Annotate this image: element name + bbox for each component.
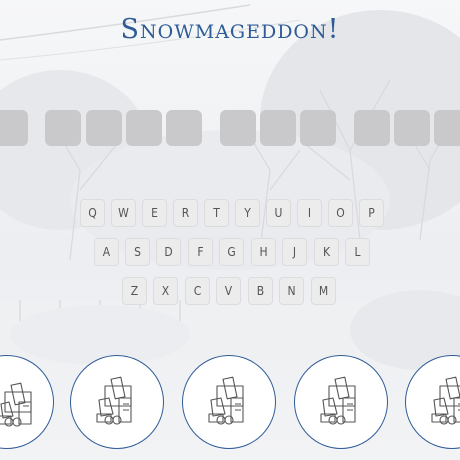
letter-slot: [394, 110, 430, 146]
letter-slot: [434, 110, 460, 146]
key-x[interactable]: X: [153, 277, 178, 305]
game-title: Snowmageddon!: [120, 14, 340, 45]
key-f[interactable]: F: [188, 238, 213, 266]
life-token: [294, 355, 388, 449]
life-token: [70, 355, 164, 449]
key-i[interactable]: I: [297, 199, 322, 227]
key-d[interactable]: D: [156, 238, 181, 266]
letter-slot: [300, 110, 336, 146]
key-k[interactable]: K: [314, 238, 339, 266]
key-g[interactable]: G: [219, 238, 244, 266]
life-token: [0, 355, 54, 449]
lives-indicator: [0, 355, 460, 460]
key-s[interactable]: S: [125, 238, 150, 266]
keyboard-row-1: Q W E R T Y U I O P: [0, 199, 460, 227]
letter-slot: [354, 110, 390, 146]
key-t[interactable]: T: [204, 199, 229, 227]
key-n[interactable]: N: [279, 277, 304, 305]
letter-slot: [86, 110, 122, 146]
key-e[interactable]: E: [142, 199, 167, 227]
snowplow-icon: [320, 376, 356, 425]
letter-slot: [166, 110, 202, 146]
keyboard-row-2: A S D F G H J K L: [0, 238, 460, 266]
key-h[interactable]: H: [251, 238, 276, 266]
snowplow-icon: [431, 376, 460, 425]
key-w[interactable]: W: [111, 199, 136, 227]
letter-slot: [126, 110, 162, 146]
key-u[interactable]: U: [266, 199, 291, 227]
key-j[interactable]: J: [282, 238, 307, 266]
key-o[interactable]: O: [328, 199, 353, 227]
key-a[interactable]: A: [94, 238, 119, 266]
letter-slot: [220, 110, 256, 146]
life-token: [405, 355, 460, 449]
letter-slot: [0, 110, 28, 146]
key-r[interactable]: R: [173, 199, 198, 227]
key-m[interactable]: M: [311, 277, 336, 305]
key-p[interactable]: P: [359, 199, 384, 227]
life-token: [182, 355, 276, 449]
key-z[interactable]: Z: [122, 277, 147, 305]
snowplow-icon: [208, 376, 244, 425]
key-y[interactable]: Y: [235, 199, 260, 227]
key-q[interactable]: Q: [80, 199, 105, 227]
key-c[interactable]: C: [185, 277, 210, 305]
snowplow-icon: [96, 376, 132, 425]
key-b[interactable]: B: [248, 277, 273, 305]
letter-slot: [45, 110, 81, 146]
game-screen: Snowmageddon! Q W E R T Y U I O P A S D: [0, 0, 460, 460]
keyboard-row-3: Z X C V B N M: [0, 277, 460, 305]
key-v[interactable]: V: [216, 277, 241, 305]
letter-slot: [260, 110, 296, 146]
snowplow-icon: [0, 382, 32, 427]
key-l[interactable]: L: [345, 238, 370, 266]
